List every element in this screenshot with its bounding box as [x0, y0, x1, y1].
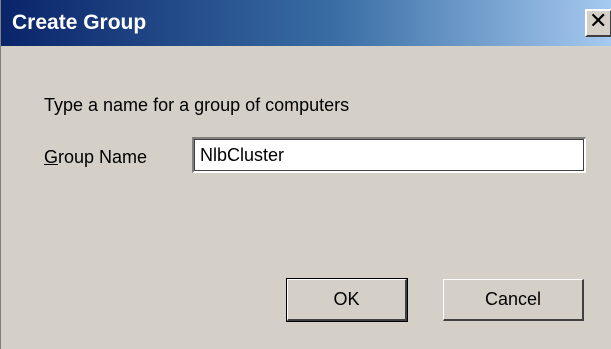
- group-name-label-mnemonic: G: [44, 147, 59, 167]
- dialog-title: Create Group: [12, 11, 147, 34]
- group-name-label: Group Name: [44, 146, 147, 168]
- create-group-dialog: Create Group ✕ Type a name for a group o…: [0, 0, 611, 349]
- close-button[interactable]: ✕: [585, 9, 611, 37]
- close-icon: ✕: [589, 9, 608, 34]
- cancel-button[interactable]: Cancel: [443, 279, 584, 321]
- group-name-label-rest: roup Name: [58, 147, 148, 167]
- group-name-input[interactable]: [192, 137, 586, 173]
- title-bar[interactable]: Create Group ✕: [1, 0, 611, 46]
- prompt-text: Type a name for a group of computers: [44, 95, 350, 115]
- ok-button[interactable]: OK: [286, 278, 408, 322]
